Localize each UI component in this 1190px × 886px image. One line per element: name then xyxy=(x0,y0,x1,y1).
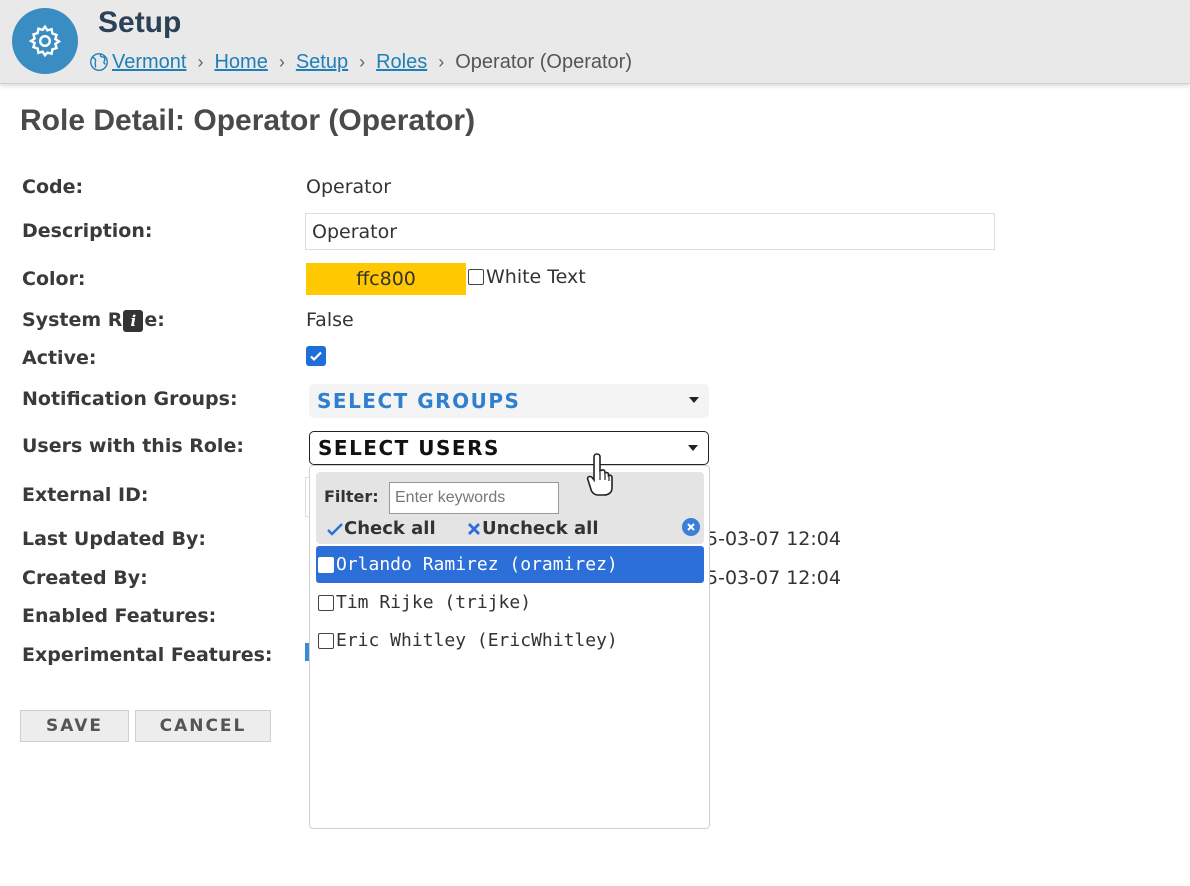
user-option-label: Orlando Ramirez (oramirez) xyxy=(336,554,618,575)
breadcrumb-separator: › xyxy=(438,51,445,72)
description-input[interactable] xyxy=(305,213,995,250)
breadcrumb-current: Operator (Operator) xyxy=(455,50,632,73)
close-circle-icon[interactable] xyxy=(682,518,700,536)
save-button[interactable]: SAVE xyxy=(20,710,129,742)
x-icon xyxy=(468,522,480,535)
check-all-label: Check all xyxy=(344,518,436,539)
created-by-label: Created By: xyxy=(22,567,148,589)
select-users-text: SELECT USERS xyxy=(318,436,500,460)
experimental-features-label: Experimental Features: xyxy=(22,644,273,666)
breadcrumb-vermont-link[interactable]: Vermont xyxy=(112,51,186,74)
uncheck-all-label: Uncheck all xyxy=(482,518,599,539)
white-text-checkbox[interactable]: White Text xyxy=(468,266,586,288)
globe-icon xyxy=(88,51,110,73)
breadcrumb-setup-link[interactable]: Setup xyxy=(296,51,348,74)
system-role-label-start: System R xyxy=(22,309,123,331)
enabled-features-label: Enabled Features: xyxy=(22,605,217,627)
checkbox-icon[interactable] xyxy=(318,594,334,611)
hand-cursor-icon xyxy=(585,450,623,502)
cancel-button[interactable]: CANCEL xyxy=(135,710,271,742)
breadcrumb-separator: › xyxy=(278,51,285,72)
checkbox-icon[interactable] xyxy=(318,556,334,573)
notification-groups-label: Notification Groups: xyxy=(22,388,238,410)
filter-input[interactable] xyxy=(389,482,559,514)
caret-down-icon xyxy=(689,397,699,403)
uncheck-all-link[interactable]: Uncheck all xyxy=(466,518,599,539)
code-value: Operator xyxy=(306,176,392,198)
last-updated-value: 5-03-07 12:04 xyxy=(706,528,841,550)
last-updated-label: Last Updated By: xyxy=(22,528,207,550)
user-option-label: Tim Rijke (trijke) xyxy=(336,592,532,613)
user-option-label: Eric Whitley (EricWhitley) xyxy=(336,630,618,651)
color-input[interactable]: ffc800 xyxy=(306,263,466,295)
breadcrumb-home-link[interactable]: Home xyxy=(214,51,267,74)
description-label: Description: xyxy=(22,220,153,242)
created-by-value: 5-03-07 12:04 xyxy=(706,567,841,589)
color-label: Color: xyxy=(22,268,86,290)
user-option[interactable]: Tim Rijke (trijke) xyxy=(316,584,704,621)
system-role-value: False xyxy=(306,309,354,331)
breadcrumb: Vermont › Home › Setup › Roles › Operato… xyxy=(88,49,632,75)
user-option[interactable]: Eric Whitley (EricWhitley) xyxy=(316,622,704,659)
breadcrumb-separator: › xyxy=(359,51,366,72)
code-label: Code: xyxy=(22,176,84,198)
page-header: Setup Vermont › Home › Setup › Roles › O… xyxy=(0,0,1190,84)
users-with-role-label: Users with this Role: xyxy=(22,435,244,457)
gear-icon xyxy=(12,8,78,74)
system-role-label: System Ri e: xyxy=(22,309,165,332)
header-title: Setup xyxy=(98,6,182,39)
filter-label: Filter: xyxy=(324,487,379,506)
caret-down-icon xyxy=(688,445,698,451)
checkbox-icon[interactable] xyxy=(468,269,484,285)
select-users-dropdown[interactable]: SELECT USERS xyxy=(309,431,709,465)
select-groups-dropdown[interactable]: SELECT GROUPS xyxy=(309,384,709,418)
checkmark-icon xyxy=(310,351,322,362)
check-all-link[interactable]: Check all xyxy=(326,518,436,539)
external-id-label: External ID: xyxy=(22,484,149,506)
breadcrumb-separator: › xyxy=(197,51,204,72)
white-text-label: White Text xyxy=(486,266,586,288)
select-groups-text: SELECT GROUPS xyxy=(317,389,521,413)
users-dropdown-popup: Filter: Check all Uncheck all Orlando Ra… xyxy=(309,465,710,829)
active-checkbox[interactable] xyxy=(306,346,326,366)
user-option[interactable]: Orlando Ramirez (oramirez) xyxy=(316,546,704,583)
check-icon xyxy=(327,522,343,536)
info-icon[interactable]: i xyxy=(123,309,144,332)
page-title: Role Detail: Operator (Operator) xyxy=(20,104,476,137)
popup-header: Filter: Check all Uncheck all xyxy=(316,472,704,544)
active-label: Active: xyxy=(22,347,97,369)
checkbox-icon[interactable] xyxy=(318,632,334,649)
system-role-label-end: e: xyxy=(144,309,165,331)
breadcrumb-roles-link[interactable]: Roles xyxy=(376,51,427,74)
